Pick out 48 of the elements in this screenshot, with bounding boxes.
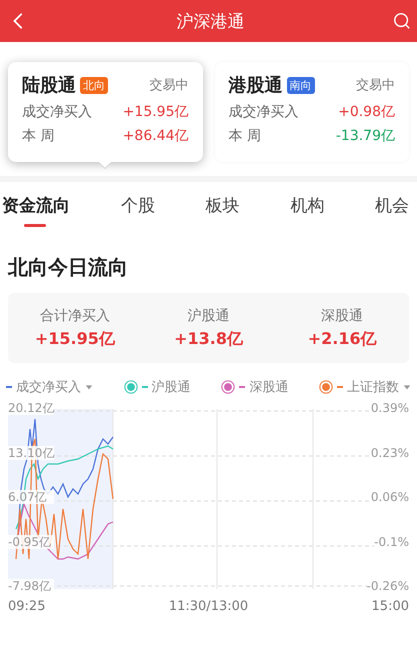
market-card[interactable]: 港股通 南向 交易中 成交净买入 +0.98亿 本 周 -13.79亿	[214, 62, 409, 162]
row-label: 本 周	[22, 127, 54, 145]
row-value: +0.98亿	[338, 103, 395, 121]
axis-label: -0.95亿	[8, 534, 54, 548]
axis-label: -0.1%	[374, 534, 409, 548]
axis-label: 13.10亿	[8, 446, 54, 460]
time-label: 15:00	[372, 599, 409, 614]
summary-value: +15.95亿	[34, 328, 116, 350]
row-value: +15.95亿	[122, 103, 188, 121]
tab[interactable]: 资金流向	[2, 188, 70, 226]
axis-label: 20.12亿	[8, 401, 54, 415]
market-name: 港股通	[228, 74, 282, 97]
row-label: 本 周	[228, 127, 261, 145]
section-title: 北向今日流向	[6, 254, 129, 281]
axis-label: 0.39%	[370, 401, 409, 415]
tab[interactable]: 个股	[120, 188, 155, 226]
row-value: -13.79亿	[336, 127, 395, 145]
summary-label: 深股通	[320, 306, 364, 324]
page-title: 沪深港通	[176, 10, 244, 32]
row-label: 成交净买入	[228, 103, 298, 121]
caret-icon[interactable]	[402, 383, 411, 391]
tab[interactable]: 板块	[206, 188, 240, 226]
search-icon[interactable]	[393, 12, 411, 30]
tab[interactable]: 机会	[375, 188, 409, 226]
axis-label: -7.98亿	[8, 579, 54, 593]
legend-item[interactable]: 成交净买入	[6, 377, 93, 397]
time-label: 11:30/13:00	[168, 599, 248, 614]
time-label: 09:25	[8, 599, 46, 614]
summary-value: +13.8亿	[173, 328, 244, 350]
legend-item[interactable]: 沪股通	[124, 377, 191, 397]
row-value: +86.44亿	[122, 127, 188, 145]
market-name: 陆股通	[22, 74, 76, 97]
direction-tag: 南向	[286, 76, 314, 94]
summary-label: 合计净买入	[38, 306, 111, 324]
axis-label: -0.26%	[366, 579, 409, 593]
axis-label: 6.07亿	[8, 490, 54, 504]
summary-label: 沪股通	[186, 306, 230, 324]
trading-status: 交易中	[356, 77, 395, 94]
axis-label: 0.23%	[370, 446, 409, 460]
legend-item[interactable]: 上证指数	[318, 377, 411, 397]
axis-label: 0.06%	[370, 490, 409, 504]
summary-value: +2.16亿	[306, 328, 378, 350]
trading-status: 交易中	[150, 77, 188, 94]
legend-item[interactable]: 深股通	[221, 377, 288, 397]
tab[interactable]: 机构	[290, 188, 324, 226]
caret-icon[interactable]	[85, 383, 93, 391]
direction-tag: 北向	[80, 76, 108, 94]
row-label: 成交净买入	[22, 103, 92, 121]
